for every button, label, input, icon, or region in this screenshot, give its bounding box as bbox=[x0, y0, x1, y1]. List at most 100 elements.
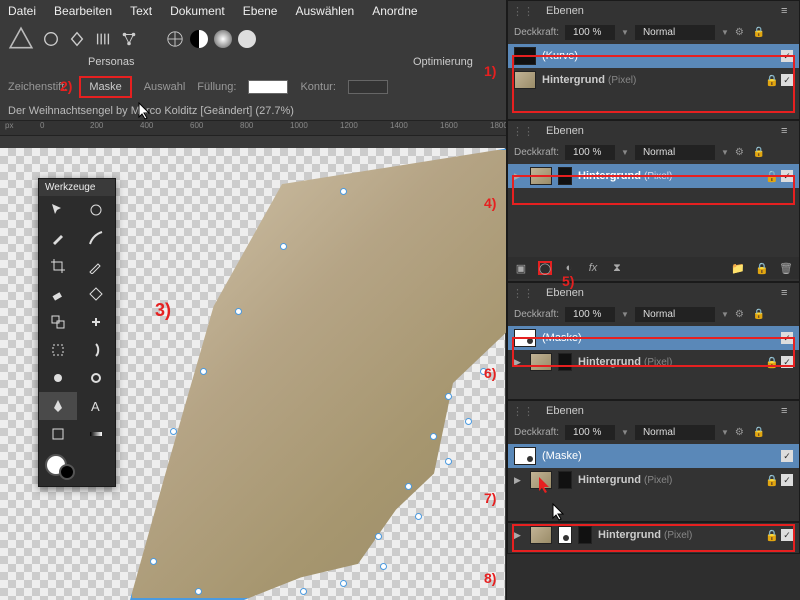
view-mode-2-icon[interactable] bbox=[190, 30, 208, 48]
lock-icon[interactable]: 🔒 bbox=[765, 74, 775, 87]
chevron-down-icon[interactable]: ▼ bbox=[721, 148, 729, 157]
marquee-tool[interactable] bbox=[39, 336, 77, 364]
chevron-down-icon[interactable]: ▼ bbox=[721, 428, 729, 437]
folder-icon[interactable]: 📁 bbox=[731, 261, 745, 275]
text-tool[interactable]: A bbox=[77, 392, 115, 420]
layers-icon[interactable]: ▣ bbox=[514, 261, 528, 275]
layer-hintergrund[interactable]: ▶ Hintergrund (Pixel) 🔒 ✓ bbox=[508, 164, 799, 188]
persona-develop-icon[interactable] bbox=[94, 30, 112, 48]
lock-icon[interactable]: 🔒 bbox=[753, 309, 765, 321]
chevron-down-icon[interactable]: ▼ bbox=[621, 148, 629, 157]
smudge-tool[interactable] bbox=[77, 336, 115, 364]
ctx-zeichenstift[interactable]: Zeichenstift: bbox=[8, 81, 67, 93]
view-tool[interactable] bbox=[77, 196, 115, 224]
blend-mode-select[interactable]: Normal bbox=[635, 145, 715, 160]
expand-arrow-icon[interactable]: ▶ bbox=[514, 357, 524, 368]
layer-mask[interactable]: (Maske) ✓ bbox=[508, 326, 799, 350]
opacity-value[interactable]: 100 % bbox=[565, 145, 615, 160]
lock-icon[interactable]: 🔒 bbox=[753, 27, 765, 39]
visibility-checkbox[interactable]: ✓ bbox=[781, 170, 793, 182]
chevron-down-icon[interactable]: ▼ bbox=[621, 28, 629, 37]
clone-tool[interactable] bbox=[39, 308, 77, 336]
gear-icon[interactable]: ⚙ bbox=[735, 427, 747, 439]
trash-icon[interactable]: 🗑 bbox=[779, 261, 793, 275]
panel-menu-icon[interactable]: ≡ bbox=[781, 125, 795, 137]
lock-icon[interactable]: 🔒 bbox=[765, 529, 775, 542]
menu-auswaehlen[interactable]: Auswählen bbox=[295, 4, 354, 18]
menu-dokument[interactable]: Dokument bbox=[170, 4, 225, 18]
chevron-down-icon[interactable]: ▼ bbox=[721, 310, 729, 319]
fill-swatch[interactable] bbox=[248, 80, 288, 94]
layer-hintergrund[interactable]: Hintergrund (Pixel) 🔒 ✓ bbox=[508, 68, 799, 92]
persona-liquify-icon[interactable] bbox=[68, 30, 86, 48]
layer-curve[interactable]: (Kurve) ✓ bbox=[508, 44, 799, 68]
eraser-tool[interactable] bbox=[39, 280, 77, 308]
crop-tool[interactable] bbox=[39, 252, 77, 280]
shape-tool[interactable] bbox=[39, 420, 77, 448]
color-swatch[interactable] bbox=[39, 448, 115, 486]
persona-export-icon[interactable] bbox=[120, 30, 138, 48]
lock-icon[interactable]: 🔒 bbox=[753, 427, 765, 439]
lock-icon[interactable]: 🔒 bbox=[765, 170, 775, 183]
gear-icon[interactable]: ⚙ bbox=[735, 147, 747, 159]
visibility-checkbox[interactable]: ✓ bbox=[781, 74, 793, 86]
pen-tool[interactable] bbox=[39, 392, 77, 420]
view-mode-4-icon[interactable] bbox=[238, 30, 256, 48]
opacity-value[interactable]: 100 % bbox=[565, 425, 615, 440]
panel-menu-icon[interactable]: ≡ bbox=[781, 405, 795, 417]
persona-photo-icon[interactable] bbox=[42, 30, 60, 48]
menu-text[interactable]: Text bbox=[130, 4, 152, 18]
menu-datei[interactable]: Datei bbox=[8, 4, 36, 18]
view-mode-1-icon[interactable] bbox=[166, 30, 184, 48]
gear-icon[interactable]: ⚙ bbox=[735, 27, 747, 39]
blend-mode-select[interactable]: Normal bbox=[635, 425, 715, 440]
layer-hintergrund[interactable]: ▶ Hintergrund (Pixel) 🔒 ✓ bbox=[508, 523, 799, 547]
layer-hintergrund[interactable]: ▶ Hintergrund (Pixel) 🔒 ✓ bbox=[508, 350, 799, 374]
expand-arrow-icon[interactable]: ▶ bbox=[514, 475, 524, 486]
stroke-swatch[interactable] bbox=[348, 80, 388, 94]
expand-arrow-icon[interactable]: ▶ bbox=[514, 171, 524, 182]
lock-icon[interactable]: 🔒 bbox=[753, 147, 765, 159]
opacity-value[interactable]: 100 % bbox=[565, 307, 615, 322]
gradient-tool[interactable] bbox=[77, 420, 115, 448]
panel-grip-icon[interactable]: ⋮⋮ bbox=[512, 405, 534, 418]
visibility-checkbox[interactable]: ✓ bbox=[781, 474, 793, 486]
panel-grip-icon[interactable]: ⋮⋮ bbox=[512, 5, 534, 18]
panel-menu-icon[interactable]: ≡ bbox=[781, 287, 795, 299]
chevron-down-icon[interactable]: ▼ bbox=[721, 28, 729, 37]
lock-icon[interactable]: 🔒 bbox=[755, 261, 769, 275]
mask-icon[interactable]: ◯ bbox=[538, 261, 552, 275]
hourglass-icon[interactable]: ⧗ bbox=[610, 261, 624, 275]
selection-brush-tool[interactable] bbox=[39, 224, 77, 252]
fill-tool[interactable] bbox=[77, 280, 115, 308]
lock-icon[interactable]: 🔒 bbox=[765, 356, 775, 369]
lock-icon[interactable]: 🔒 bbox=[765, 474, 775, 487]
panel-grip-icon[interactable]: ⋮⋮ bbox=[512, 287, 534, 300]
expand-arrow-icon[interactable]: ▶ bbox=[514, 530, 524, 541]
chevron-down-icon[interactable]: ▼ bbox=[621, 310, 629, 319]
move-tool[interactable] bbox=[39, 196, 77, 224]
healing-tool[interactable] bbox=[77, 308, 115, 336]
menu-anordnen[interactable]: Anordne bbox=[372, 4, 417, 18]
menu-bearbeiten[interactable]: Bearbeiten bbox=[54, 4, 112, 18]
panel-grip-icon[interactable]: ⋮⋮ bbox=[512, 125, 534, 138]
view-mode-3-icon[interactable] bbox=[214, 30, 232, 48]
visibility-checkbox[interactable]: ✓ bbox=[781, 529, 793, 541]
ctx-maske-button[interactable]: Maske bbox=[79, 76, 131, 98]
blend-mode-select[interactable]: Normal bbox=[635, 25, 715, 40]
panel-menu-icon[interactable]: ≡ bbox=[781, 5, 795, 17]
ctx-auswahl[interactable]: Auswahl bbox=[144, 81, 186, 93]
opacity-value[interactable]: 100 % bbox=[565, 25, 615, 40]
menu-ebene[interactable]: Ebene bbox=[243, 4, 278, 18]
blend-mode-select[interactable]: Normal bbox=[635, 307, 715, 322]
color-picker-tool[interactable] bbox=[77, 252, 115, 280]
burn-tool[interactable] bbox=[77, 364, 115, 392]
layer-mask[interactable]: (Maske) ✓ bbox=[508, 444, 799, 468]
paint-brush-tool[interactable] bbox=[77, 224, 115, 252]
visibility-checkbox[interactable]: ✓ bbox=[781, 332, 793, 344]
visibility-checkbox[interactable]: ✓ bbox=[781, 356, 793, 368]
visibility-checkbox[interactable]: ✓ bbox=[781, 50, 793, 62]
visibility-checkbox[interactable]: ✓ bbox=[781, 450, 793, 462]
fx-icon[interactable]: fx bbox=[586, 261, 600, 275]
background-color[interactable] bbox=[59, 464, 75, 480]
